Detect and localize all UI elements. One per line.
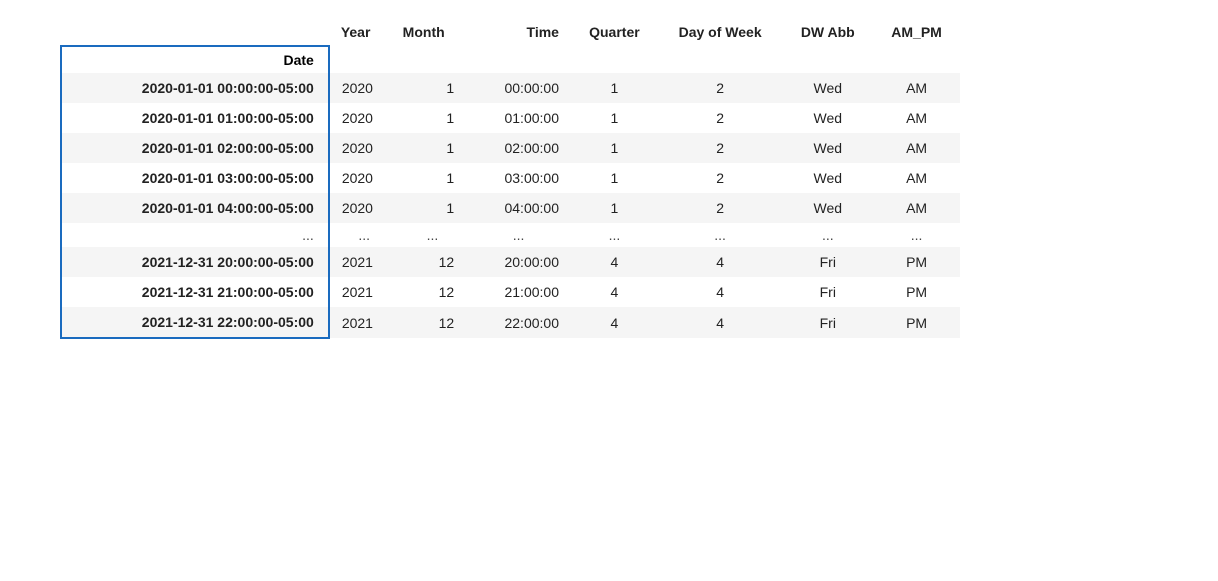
cell-dwabb: Fri: [782, 247, 873, 277]
cell-time: 04:00:00: [466, 193, 571, 223]
cell-year: 2020: [329, 193, 399, 223]
table-row: 2021-12-31 20:00:00-05:0020211220:00:004…: [61, 247, 960, 277]
cell-ampm: AM: [873, 133, 960, 163]
cell-quarter: 1: [571, 163, 658, 193]
cell-date: 2020-01-01 03:00:00-05:00: [61, 163, 329, 193]
table-row: 2020-01-01 02:00:00-05:002020102:00:0012…: [61, 133, 960, 163]
cell-month: 1: [399, 193, 467, 223]
cell-date: 2020-01-01 00:00:00-05:00: [61, 73, 329, 103]
table-row: 2020-01-01 04:00:00-05:002020104:00:0012…: [61, 193, 960, 223]
cell-quarter: 1: [571, 103, 658, 133]
cell-ampm: PM: [873, 307, 960, 338]
cell-dwabb: Wed: [782, 103, 873, 133]
cell-quarter: 4: [571, 307, 658, 338]
data-table: Year Month Time Quarter Day of Week DW A…: [60, 20, 960, 339]
cell-time: 03:00:00: [466, 163, 571, 193]
cell-dwabb: Fri: [782, 277, 873, 307]
cell-dow: 4: [658, 277, 783, 307]
table-row: 2021-12-31 21:00:00-05:0020211221:00:004…: [61, 277, 960, 307]
cell-date: 2021-12-31 21:00:00-05:00: [61, 277, 329, 307]
cell-dow: 2: [658, 73, 783, 103]
cell-month: 1: [399, 103, 467, 133]
table-row: 2020-01-01 03:00:00-05:002020103:00:0012…: [61, 163, 960, 193]
cell-time: 20:00:00: [466, 247, 571, 277]
cell-date: 2020-01-01 04:00:00-05:00: [61, 193, 329, 223]
cell-quarter: 4: [571, 247, 658, 277]
cell-year: 2021: [329, 247, 399, 277]
cell-date: 2021-12-31 20:00:00-05:00: [61, 247, 329, 277]
cell-ampm: AM: [873, 103, 960, 133]
col-header-dow: Day of Week: [658, 20, 783, 46]
table-wrapper: Year Month Time Quarter Day of Week DW A…: [60, 20, 1198, 339]
cell-date: 2020-01-01 01:00:00-05:00: [61, 103, 329, 133]
cell-time: 01:00:00: [466, 103, 571, 133]
cell-month: 12: [399, 247, 467, 277]
cell-month: 12: [399, 307, 467, 338]
cell-dwabb: Wed: [782, 163, 873, 193]
cell-time: 22:00:00: [466, 307, 571, 338]
ellipsis-cell: ...: [782, 223, 873, 247]
ellipsis-cell: ...: [466, 223, 571, 247]
cell-dow: 2: [658, 133, 783, 163]
cell-month: 1: [399, 73, 467, 103]
cell-dow: 4: [658, 307, 783, 338]
cell-year: 2021: [329, 307, 399, 338]
cell-month: 12: [399, 277, 467, 307]
cell-year: 2020: [329, 133, 399, 163]
cell-year: 2020: [329, 73, 399, 103]
cell-time: 21:00:00: [466, 277, 571, 307]
cell-dwabb: Fri: [782, 307, 873, 338]
ellipsis-cell: ...: [399, 223, 467, 247]
col-header-year: Year: [329, 20, 399, 46]
cell-date: 2021-12-31 22:00:00-05:00: [61, 307, 329, 338]
col-header-ampm: AM_PM: [873, 20, 960, 46]
cell-dwabb: Wed: [782, 193, 873, 223]
ellipsis-cell: ...: [873, 223, 960, 247]
cell-quarter: 1: [571, 193, 658, 223]
col-header-dwabb: DW Abb: [782, 20, 873, 46]
cell-ampm: PM: [873, 247, 960, 277]
column-header-row: Year Month Time Quarter Day of Week DW A…: [61, 20, 960, 46]
col-header-month: Month: [399, 20, 467, 46]
ellipsis-cell: ...: [329, 223, 399, 247]
cell-dow: 2: [658, 193, 783, 223]
cell-dow: 2: [658, 103, 783, 133]
cell-ampm: AM: [873, 163, 960, 193]
cell-ampm: PM: [873, 277, 960, 307]
cell-quarter: 1: [571, 133, 658, 163]
subheader-row: Date: [61, 46, 960, 73]
ellipsis-cell: ...: [571, 223, 658, 247]
cell-date: 2020-01-01 02:00:00-05:00: [61, 133, 329, 163]
cell-dow: 4: [658, 247, 783, 277]
table-row: ........................: [61, 223, 960, 247]
col-header-quarter: Quarter: [571, 20, 658, 46]
subheader-date: Date: [61, 46, 329, 73]
table-row: 2020-01-01 01:00:00-05:002020101:00:0012…: [61, 103, 960, 133]
cell-year: 2020: [329, 163, 399, 193]
ellipsis-cell: ...: [658, 223, 783, 247]
col-header-date: [61, 20, 329, 46]
cell-dwabb: Wed: [782, 133, 873, 163]
subheader-empty: [329, 46, 960, 73]
cell-time: 02:00:00: [466, 133, 571, 163]
col-header-time: Time: [466, 20, 571, 46]
cell-quarter: 4: [571, 277, 658, 307]
table-row: 2020-01-01 00:00:00-05:002020100:00:0012…: [61, 73, 960, 103]
cell-quarter: 1: [571, 73, 658, 103]
cell-month: 1: [399, 133, 467, 163]
ellipsis-cell: ...: [61, 223, 329, 247]
cell-year: 2020: [329, 103, 399, 133]
cell-year: 2021: [329, 277, 399, 307]
cell-ampm: AM: [873, 193, 960, 223]
cell-month: 1: [399, 163, 467, 193]
cell-dwabb: Wed: [782, 73, 873, 103]
cell-ampm: AM: [873, 73, 960, 103]
cell-time: 00:00:00: [466, 73, 571, 103]
cell-dow: 2: [658, 163, 783, 193]
table-row: 2021-12-31 22:00:00-05:0020211222:00:004…: [61, 307, 960, 338]
